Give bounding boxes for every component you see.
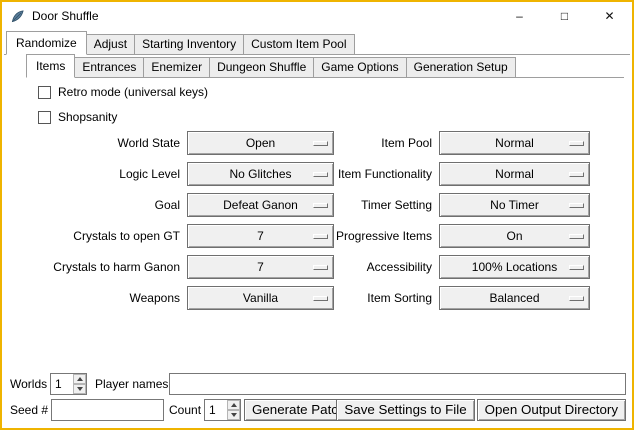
spin-down-button[interactable] — [73, 384, 86, 394]
worlds-spinner[interactable]: 1 — [50, 373, 87, 395]
crystals-open-gt-label: Crystals to open GT — [2, 224, 180, 248]
save-settings-button[interactable]: Save Settings to File — [336, 399, 474, 421]
tab-custom-item-pool[interactable]: Custom Item Pool — [243, 34, 354, 54]
accessibility-dropdown[interactable]: 100% Locations — [439, 255, 590, 279]
seed-label: Seed # — [10, 399, 48, 421]
timer-setting-dropdown[interactable]: No Timer — [439, 193, 590, 217]
tab-entrances[interactable]: Entrances — [74, 57, 144, 77]
shopsanity-checkbox[interactable] — [38, 111, 51, 124]
count-spinner[interactable]: 1 — [204, 399, 241, 421]
logic-level-label: Logic Level — [2, 162, 180, 186]
retro-mode-row: Retro mode (universal keys) — [38, 84, 208, 100]
dropdown-indicator-icon — [569, 234, 584, 239]
crystals-open-gt-value: 7 — [257, 229, 264, 243]
spin-up-button[interactable] — [73, 374, 86, 384]
spinner-buttons — [73, 374, 86, 394]
option-row: World State Open Item Pool Normal — [2, 131, 632, 155]
weapons-value: Vanilla — [243, 291, 278, 305]
count-label: Count — [169, 399, 201, 421]
close-button[interactable]: ✕ — [587, 2, 632, 30]
dropdown-indicator-icon — [569, 296, 584, 301]
item-sorting-dropdown[interactable]: Balanced — [439, 286, 590, 310]
progressive-items-label: Progressive Items — [302, 224, 432, 248]
option-row: Weapons Vanilla Item Sorting Balanced — [2, 286, 632, 310]
logic-level-value: No Glitches — [229, 167, 291, 181]
arrow-up-icon — [231, 403, 237, 407]
spin-down-button[interactable] — [227, 410, 240, 420]
player-names-label: Player names — [95, 373, 168, 395]
retro-mode-checkbox[interactable] — [38, 86, 51, 99]
arrow-down-icon — [77, 387, 83, 391]
window-title: Door Shuffle — [32, 9, 99, 23]
shopsanity-label: Shopsanity — [58, 110, 117, 124]
crystals-harm-ganon-label: Crystals to harm Ganon — [2, 255, 180, 279]
weapons-label: Weapons — [2, 286, 180, 310]
bottom-right-buttons: Save Settings to File Open Output Direct… — [336, 399, 626, 421]
item-sorting-label: Item Sorting — [302, 286, 432, 310]
spin-up-button[interactable] — [227, 400, 240, 410]
goal-label: Goal — [2, 193, 180, 217]
item-sorting-value: Balanced — [489, 291, 539, 305]
world-state-label: World State — [2, 131, 180, 155]
accessibility-label: Accessibility — [302, 255, 432, 279]
open-output-directory-button[interactable]: Open Output Directory — [477, 399, 626, 421]
dropdown-indicator-icon — [569, 141, 584, 146]
player-names-input[interactable] — [169, 373, 626, 395]
option-row: Crystals to harm Ganon 7 Accessibility 1… — [2, 255, 632, 279]
accessibility-value: 100% Locations — [472, 260, 557, 274]
tab-game-options[interactable]: Game Options — [313, 57, 406, 77]
option-row: Crystals to open GT 7 Progressive Items … — [2, 224, 632, 248]
window-controls: – □ ✕ — [497, 2, 632, 30]
timer-setting-label: Timer Setting — [302, 193, 432, 217]
item-pool-dropdown[interactable]: Normal — [439, 131, 590, 155]
item-functionality-dropdown[interactable]: Normal — [439, 162, 590, 186]
tab-enemizer[interactable]: Enemizer — [143, 57, 210, 77]
count-value: 1 — [205, 400, 227, 420]
maximize-button[interactable]: □ — [542, 2, 587, 30]
inner-tab-bar: Items Entrances Enemizer Dungeon Shuffle… — [26, 56, 624, 78]
window: Door Shuffle – □ ✕ Randomize Adjust Star… — [0, 0, 634, 430]
tab-starting-inventory[interactable]: Starting Inventory — [134, 34, 244, 54]
minimize-button[interactable]: – — [497, 2, 542, 30]
arrow-down-icon — [231, 413, 237, 417]
spinner-buttons — [227, 400, 240, 420]
tab-items[interactable]: Items — [26, 54, 75, 78]
crystals-harm-ganon-value: 7 — [257, 260, 264, 274]
option-row: Logic Level No Glitches Item Functionali… — [2, 162, 632, 186]
timer-setting-value: No Timer — [490, 198, 539, 212]
outer-tab-bar: Randomize Adjust Starting Inventory Cust… — [4, 32, 630, 55]
item-pool-value: Normal — [495, 136, 534, 150]
shopsanity-row: Shopsanity — [38, 109, 117, 125]
tab-generation-setup[interactable]: Generation Setup — [406, 57, 516, 77]
tab-adjust[interactable]: Adjust — [86, 34, 135, 54]
app-icon[interactable] — [10, 9, 25, 24]
arrow-up-icon — [77, 377, 83, 381]
goal-value: Defeat Ganon — [223, 198, 298, 212]
item-pool-label: Item Pool — [302, 131, 432, 155]
dropdown-indicator-icon — [569, 203, 584, 208]
dropdown-indicator-icon — [569, 265, 584, 270]
progressive-items-dropdown[interactable]: On — [439, 224, 590, 248]
worlds-value: 1 — [51, 374, 73, 394]
retro-mode-label: Retro mode (universal keys) — [58, 85, 208, 99]
titlebar: Door Shuffle – □ ✕ — [2, 2, 632, 30]
tab-randomize[interactable]: Randomize — [6, 31, 87, 55]
world-state-value: Open — [246, 136, 275, 150]
item-functionality-value: Normal — [495, 167, 534, 181]
dropdown-indicator-icon — [569, 172, 584, 177]
option-row: Goal Defeat Ganon Timer Setting No Timer — [2, 193, 632, 217]
progressive-items-value: On — [506, 229, 522, 243]
worlds-row: Worlds 1 Player names — [2, 373, 632, 397]
worlds-label: Worlds — [10, 373, 47, 395]
item-functionality-label: Item Functionality — [302, 162, 432, 186]
tab-dungeon-shuffle[interactable]: Dungeon Shuffle — [209, 57, 314, 77]
seed-input[interactable] — [51, 399, 164, 421]
